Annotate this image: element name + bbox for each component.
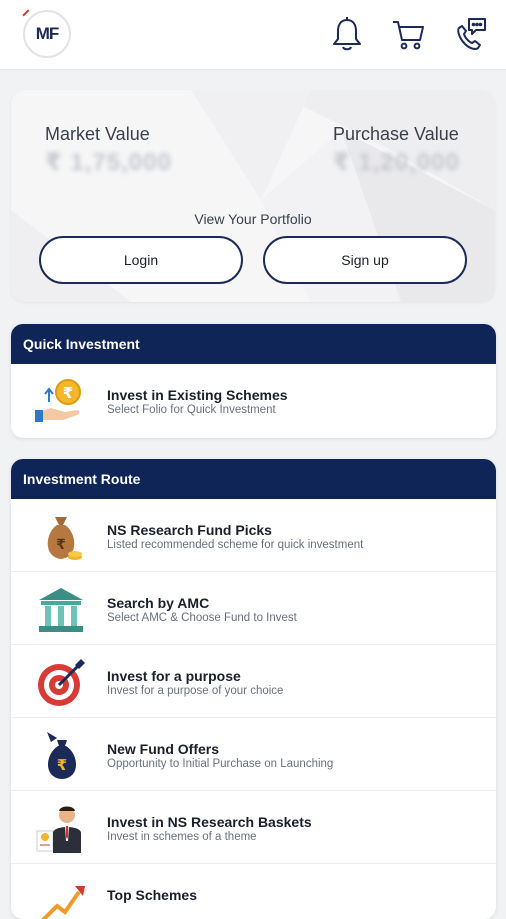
row-title: New Fund Offers <box>107 741 220 757</box>
signup-button[interactable]: Sign up <box>263 236 467 284</box>
hand-coin-icon: ₹ <box>35 376 87 428</box>
row-subtitle: Invest in schemes of a theme <box>107 831 257 843</box>
list-item-search-amc[interactable]: Search by AMC Select AMC & Choose Fund t… <box>11 572 496 645</box>
list-item-invest-purpose[interactable]: Invest for a purpose Invest for a purpos… <box>11 645 496 718</box>
list-item-research-baskets[interactable]: Invest in NS Research Baskets Invest in … <box>11 791 496 864</box>
money-bag-icon: ₹ <box>35 511 87 563</box>
bell-icon[interactable] <box>330 16 364 52</box>
rupee-bag-icon: ₹ <box>35 730 87 782</box>
row-title: Invest in Existing Schemes <box>107 387 288 403</box>
market-value: ₹ 1,75,000 <box>45 149 172 176</box>
svg-text:₹: ₹ <box>57 756 67 774</box>
svg-text:₹: ₹ <box>56 537 66 553</box>
top-bar: MF <box>0 0 506 70</box>
investment-route-header: Investment Route <box>11 459 496 499</box>
market-value-label: Market Value <box>45 124 150 144</box>
row-subtitle: Select AMC & Choose Fund to Invest <box>107 612 297 624</box>
chart-up-icon <box>35 876 87 919</box>
list-item-new-fund-offers[interactable]: ₹ New Fund Offers Opportunity to Initial… <box>11 718 496 791</box>
target-icon <box>35 657 87 709</box>
purchase-value-label: Purchase Value <box>333 124 459 144</box>
bank-building-icon <box>35 584 87 636</box>
logo-text: MF <box>35 24 60 43</box>
svg-text:₹: ₹ <box>63 384 73 402</box>
businessman-icon <box>35 803 87 855</box>
row-subtitle: Invest for a purpose of your choice <box>107 685 284 697</box>
row-title: NS Research Fund Picks <box>107 522 272 538</box>
quick-investment-card: Quick Investment ₹ Invest in Existing Sc… <box>11 324 496 438</box>
row-title: Top Schemes <box>107 887 197 903</box>
view-portfolio-text: View Your Portfolio <box>194 211 312 227</box>
purchase-value: ₹ 1,20,000 <box>333 149 460 176</box>
portfolio-card: Market Value ₹ 1,75,000 Purchase Value ₹… <box>11 90 495 302</box>
investment-route-card: Investment Route ₹ NS Research Fund Pick… <box>11 459 496 919</box>
row-subtitle: Listed recommended scheme for quick inve… <box>107 539 364 551</box>
phone-chat-icon[interactable] <box>453 16 487 52</box>
row-subtitle: Opportunity to Initial Purchase on Launc… <box>107 758 334 770</box>
list-item-fund-picks[interactable]: ₹ NS Research Fund Picks Listed recommen… <box>11 499 496 572</box>
row-subtitle: Select Folio for Quick Investment <box>107 404 276 416</box>
cart-icon[interactable] <box>391 16 425 52</box>
quick-investment-header: Quick Investment <box>11 324 496 364</box>
row-title: Invest for a purpose <box>107 668 241 684</box>
list-item-top-schemes[interactable]: Top Schemes <box>11 864 496 919</box>
row-title: Invest in NS Research Baskets <box>107 814 312 830</box>
list-item-invest-existing[interactable]: ₹ Invest in Existing Schemes Select Foli… <box>11 364 496 437</box>
row-title: Search by AMC <box>107 595 210 611</box>
login-button[interactable]: Login <box>39 236 243 284</box>
